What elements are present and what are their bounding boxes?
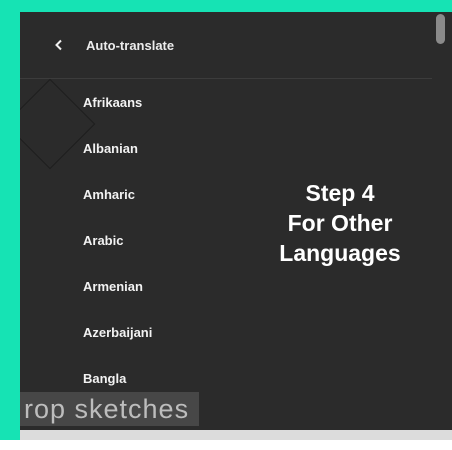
language-item-albanian[interactable]: Albanian [20,126,432,172]
overlay-line-1: Step 4 [305,180,375,206]
overlay-line-3: Languages [279,240,401,266]
panel-header: Auto-translate [20,12,432,79]
scrollbar-thumb[interactable] [436,14,445,44]
language-item-armenian[interactable]: Armenian [20,264,432,310]
language-item-azerbaijani[interactable]: Azerbaijani [20,310,432,356]
bottom-strip [20,430,452,440]
chevron-left-icon [55,39,62,51]
watermark: rop sketches [20,392,200,426]
auto-translate-panel: Auto-translate Afrikaans Albanian Amhari… [20,12,452,440]
scrollbar-track[interactable] [432,12,452,440]
step-overlay-caption: Step 4 For Other Languages [248,178,432,268]
panel-title: Auto-translate [86,37,175,53]
language-item-afrikaans[interactable]: Afrikaans [20,80,432,126]
overlay-line-2: For Other [287,210,393,236]
back-button[interactable] [44,30,74,60]
